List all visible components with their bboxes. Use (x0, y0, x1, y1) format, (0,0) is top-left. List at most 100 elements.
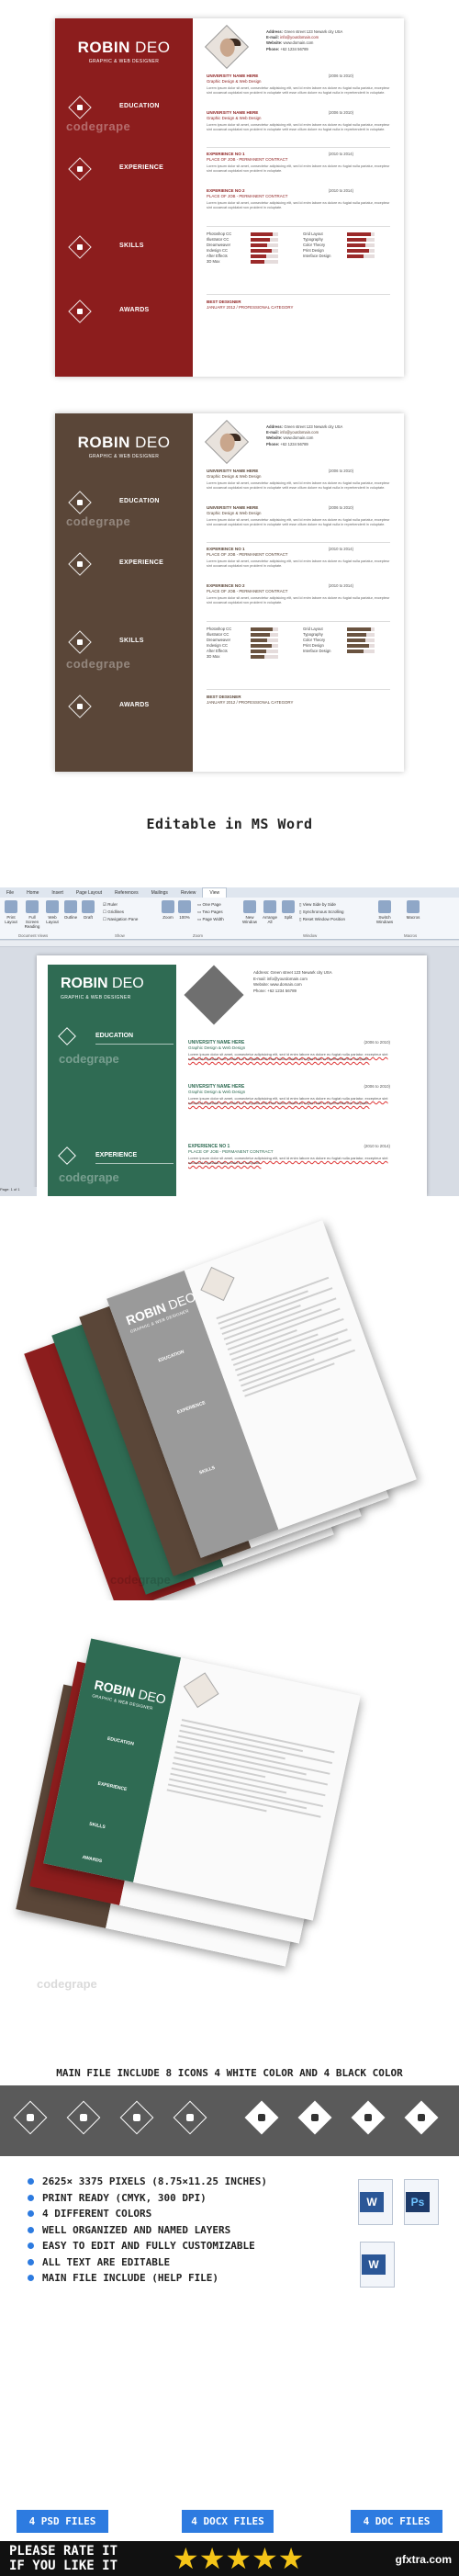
skill-level-bar (347, 249, 375, 253)
zoom-button[interactable]: Zoom (161, 900, 175, 920)
two-pages-button[interactable]: ▭ Two Pages (197, 909, 224, 916)
print-layout-icon (5, 900, 17, 913)
photo-placeholder[interactable] (184, 965, 244, 1025)
skill-name: Photoshop CC (207, 232, 232, 236)
outline-icon (64, 900, 77, 913)
navigation-pane-checkbox[interactable]: ☐ Navigation Pane (103, 916, 138, 923)
awards-icon-white (173, 2100, 207, 2135)
education-icon-white (13, 2100, 48, 2135)
status-bar-page: Page: 1 of 1 (0, 1187, 37, 1196)
skill-name: Photoshop CC (207, 627, 232, 631)
tab-page-layout[interactable]: Page Layout (70, 888, 108, 898)
tab-file[interactable]: File (0, 888, 20, 898)
resume-preview-red: ROBIN DEO GRAPHIC & WEB DESIGNER EDUCATI… (55, 18, 404, 377)
ruler-checkbox[interactable]: ☑ Ruler (103, 901, 138, 909)
profile-photo (204, 419, 250, 465)
skill-level-bar (347, 650, 375, 653)
skill-level-bar (251, 650, 278, 653)
education-entry-1: UNIVERSITY NAME HERE (2006 to 2010) Graph… (207, 73, 390, 95)
resume-name: ROBIN DEO (77, 39, 171, 56)
section-education: EDUCATION (55, 96, 193, 119)
experience-entry-2: EXPERIENCE NO 2 (2010 to 2014) PLACE OF J… (207, 583, 390, 604)
tab-review[interactable]: Review (174, 888, 202, 898)
web-layout-button[interactable]: Web Layout (44, 900, 61, 924)
tab-home[interactable]: Home (20, 888, 45, 898)
skill-name: Typography (303, 632, 323, 637)
skill-level-bar (251, 638, 278, 642)
skill-name: After Effects (207, 649, 228, 653)
contact-info: Address: Green street 123 Newark city US… (253, 970, 332, 993)
skill-level-bar (251, 249, 278, 253)
tab-mailings[interactable]: Mailings (145, 888, 174, 898)
section-skills: SKILLS (55, 235, 193, 259)
one-page-button[interactable]: ▭ One Page (197, 901, 224, 909)
skill-level-bar (347, 238, 375, 242)
experience-entry-2: EXPERIENCE NO 2 (2010 to 2014) PLACE OF J… (207, 188, 390, 209)
list-item: WELL ORGANIZED AND NAMED LAYERS (26, 2222, 267, 2239)
icon-showcase-bar (0, 2085, 459, 2156)
reset-window-position-button[interactable]: ▯ Reset Window Position (299, 916, 345, 923)
docx-files-badge: 4 DOCX FILES (182, 2510, 274, 2533)
skill-name: Grid Layout (303, 232, 323, 236)
skill-level-bar (347, 627, 375, 631)
new-window-icon (243, 900, 256, 913)
watermark: codegrape (110, 1573, 171, 1587)
tab-insert[interactable]: Insert (45, 888, 70, 898)
watermark: codegrape (66, 657, 131, 671)
awards-icon (68, 299, 92, 323)
skill-name: 3D Max (207, 654, 220, 659)
list-item: 4 DIFFERENT COLORS (26, 2206, 267, 2222)
skill-name: Print Design (303, 643, 324, 648)
synchronous-scrolling-button[interactable]: ▯ Synchronous Scrolling (299, 909, 345, 916)
education-icon-black (244, 2100, 279, 2135)
skill-level-bar (251, 627, 278, 631)
contact-info: Address: Green street 123 Newark city US… (266, 29, 343, 51)
skill-level-bar (251, 644, 278, 648)
list-item: EASY TO EDIT AND FULLY CUSTOMIZABLE (26, 2238, 267, 2254)
gridlines-checkbox[interactable]: ☐ Gridlines (103, 909, 138, 916)
watermark: codegrape (37, 1977, 97, 1991)
skill-level-bar (347, 638, 375, 642)
document-page[interactable]: ROBIN DEO GRAPHIC & WEB DESIGNER EDUCATI… (37, 955, 427, 1196)
draft-button[interactable]: Draft (81, 900, 95, 920)
new-window-button[interactable]: New Window (241, 900, 259, 924)
arrange-all-button[interactable]: Arrange All (261, 900, 279, 924)
word-file-icon: W (358, 2179, 397, 2227)
outline-button[interactable]: Outline (62, 900, 79, 920)
zoom-100-button[interactable]: 100% (177, 900, 192, 920)
full-screen-reading-button[interactable]: Full Screen Reading (22, 900, 42, 929)
skill-name: Indesign CC (207, 248, 229, 253)
switch-windows-button[interactable]: Switch Windows (375, 900, 395, 924)
tab-view[interactable]: View (202, 887, 228, 898)
skills-icon (68, 235, 92, 259)
switch-windows-icon (378, 900, 391, 913)
skill-level-bar (347, 254, 375, 258)
print-layout-button[interactable]: Print Layout (2, 900, 20, 924)
skills-icon-black (351, 2100, 386, 2135)
split-button[interactable]: Split (281, 900, 296, 920)
section-awards: AWARDS (55, 299, 193, 323)
skills-icon (68, 630, 92, 654)
skill-row: Interface Design (303, 254, 399, 259)
education-icon (58, 1027, 76, 1045)
web-layout-icon (46, 900, 59, 913)
skill-name: Dreamweaver (207, 638, 231, 642)
view-side-by-side-button[interactable]: ▯ View Side by Side (299, 901, 345, 909)
skill-level-bar (251, 243, 278, 247)
macros-button[interactable]: Macros (404, 900, 422, 920)
resume-sidebar: ROBIN DEO GRAPHIC & WEB DESIGNER EDUCATI… (55, 413, 193, 772)
section-education: EDUCATION (48, 1027, 176, 1045)
star-rating[interactable]: ★★★★★ (173, 2543, 304, 2574)
tab-references[interactable]: References (108, 888, 145, 898)
rating-footer: PLEASE RATE IT IF YOU LIKE IT ★★★★★ gfxt… (0, 2541, 459, 2576)
resume-role: GRAPHIC & WEB DESIGNER (88, 454, 160, 459)
resume-name: ROBIN DEO (61, 976, 144, 991)
skill-name: Typography (303, 237, 323, 242)
list-item: 2625× 3375 PIXELS (8.75×11.25 INCHES) (26, 2174, 267, 2190)
education-entry-2: UNIVERSITY NAME HERE (2006 to 2010) Graph… (207, 505, 390, 526)
skill-name: Color Theory (303, 638, 326, 642)
watermark: codegrape (59, 1052, 119, 1066)
resume-sidebar: ROBIN DEO GRAPHIC & WEB DESIGNER EDUCATI… (55, 18, 193, 377)
page-width-button[interactable]: ▭ Page Width (197, 916, 224, 923)
resume-role: GRAPHIC & WEB DESIGNER (88, 59, 160, 64)
